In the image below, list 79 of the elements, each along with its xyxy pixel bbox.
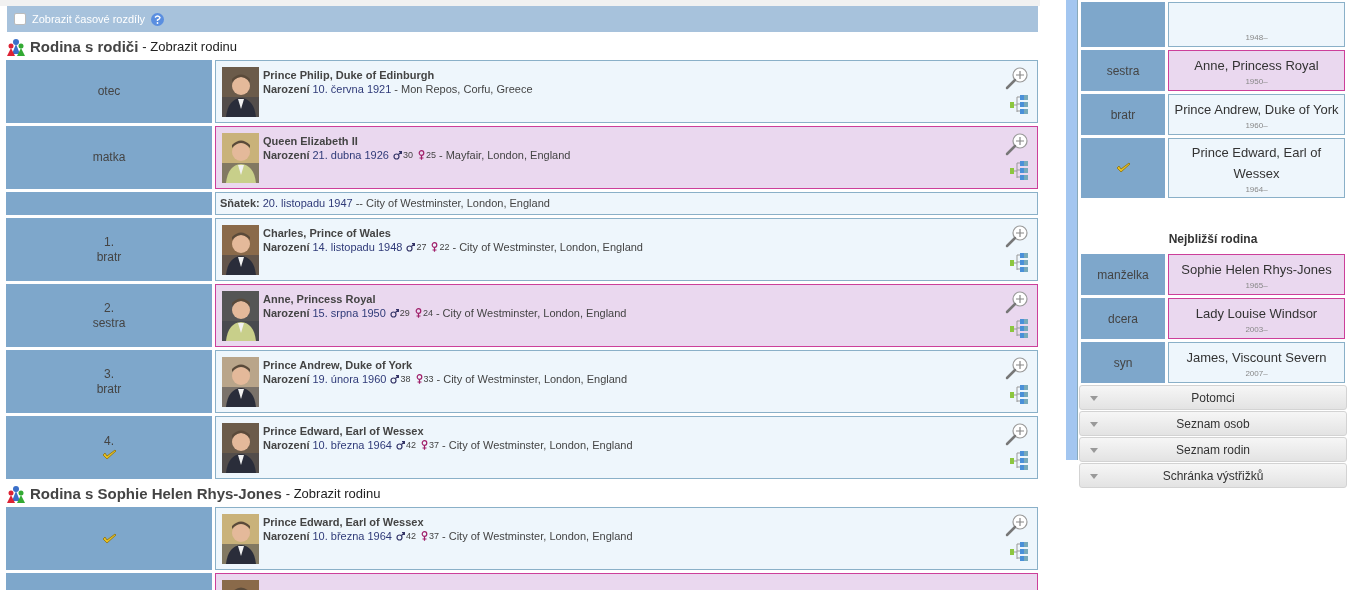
father-age: 42 (406, 530, 416, 543)
birth-place: - City of Westminster, London, England (452, 240, 643, 254)
birth-date[interactable]: 10. března 1964 (312, 438, 392, 452)
show-family-link[interactable]: - Zobrazit rodinu (285, 484, 381, 504)
family-title: Rodina s rodiči (30, 36, 139, 57)
birth-date[interactable]: 14. listopadu 1948 (312, 240, 403, 254)
birth-label: Narození (263, 148, 310, 162)
section-title: Nejbližší rodina (1167, 231, 1259, 248)
relation-label: sestra (92, 315, 126, 331)
birth-label: Narození (263, 82, 310, 96)
person-dates: 1965– (1245, 279, 1268, 291)
person-name[interactable]: James, Viscount Severn (1186, 346, 1327, 368)
relation-label: dcera (1108, 310, 1138, 328)
relation-label: sestra (1106, 62, 1140, 80)
birth-label: Narození (263, 529, 310, 543)
accordion-header[interactable]: Seznam rodin (1079, 437, 1347, 462)
mother-age: 37 (429, 439, 439, 452)
father-age: 29 (399, 307, 410, 320)
relation-label: bratr (1110, 106, 1136, 124)
person-dates: 1964– (1245, 183, 1268, 195)
person-dates: 1948– (1245, 32, 1268, 43)
person-name[interactable]: Prince Andrew, Duke of York (263, 358, 628, 372)
relation-number: 1. (104, 234, 114, 250)
show-family-link[interactable]: - Zobrazit rodinu (142, 37, 237, 57)
birth-label: Narození (263, 240, 310, 254)
person-name[interactable]: Charles, Prince of Wales (263, 226, 643, 240)
birth-date[interactable]: 21. dubna 1926 (312, 148, 389, 162)
father-age: 38 (400, 373, 411, 386)
birth-label: Narození (263, 306, 310, 320)
birth-place: - Mayfair, London, England (438, 148, 571, 162)
relation-label: otec (97, 84, 121, 99)
person-name[interactable]: Anne, Princess Royal (1194, 54, 1319, 76)
birth-date[interactable]: 19. února 1960 (312, 372, 387, 386)
relation-number: 3. (104, 366, 114, 382)
accordion-header[interactable]: Potomci (1079, 385, 1347, 410)
birth-place: - City of Westminster, London, England (435, 306, 627, 320)
person-dates: 2003– (1245, 323, 1268, 335)
marriage-place: -- City of Westminster, London, England (355, 196, 550, 212)
birth-place: - City of Westminster, London, England (442, 438, 633, 452)
person-name[interactable]: Prince Edward, Earl of Wessex (1173, 141, 1340, 184)
father-age: 30 (402, 149, 413, 162)
relation-number: 4. (104, 434, 114, 449)
marriage-label: Sňatek: (220, 196, 260, 212)
birth-label: Narození (263, 438, 310, 452)
person-name[interactable]: Prince Philip, Duke of Edinburgh (263, 68, 533, 82)
person-name[interactable]: Queen Elizabeth II (263, 134, 571, 148)
mother-age: 22 (439, 241, 450, 254)
birth-date[interactable]: 10. března 1964 (312, 529, 392, 543)
father-age: 27 (416, 241, 427, 254)
father-age: 42 (406, 439, 416, 452)
relation-number: 2. (104, 300, 114, 316)
mother-age: 25 (425, 149, 436, 162)
family-title: Rodina s Sophie Helen Rhys-Jones (30, 483, 282, 504)
mother-age: 37 (429, 530, 439, 543)
birth-label: Narození (263, 372, 310, 386)
person-dates: 1960– (1245, 119, 1268, 131)
birth-place: - City of Westminster, London, England (442, 529, 633, 543)
person-name[interactable]: Anne, Princess Royal (263, 292, 627, 306)
accordion-header[interactable]: Seznam osob (1079, 411, 1347, 436)
person-name[interactable]: Prince Edward, Earl of Wessex (263, 424, 633, 438)
person-name[interactable]: Prince Edward, Earl of Wessex (263, 515, 633, 529)
relation-label: syn (1113, 354, 1133, 372)
relation-label: bratr (96, 249, 122, 265)
birth-date[interactable]: 10. června 1921 (312, 82, 392, 96)
mother-age: 24 (422, 307, 433, 320)
person-dates: 2007– (1245, 367, 1268, 379)
person-name[interactable]: Lady Louise Windsor (1195, 302, 1318, 324)
person-name[interactable]: Sophie Helen Rhys-Jones (1181, 258, 1332, 280)
mother-age: 33 (423, 373, 434, 386)
accordion-header[interactable]: Schránka výstřižků (1079, 463, 1347, 488)
birth-place: - City of Westminster, London, England (436, 372, 628, 386)
relation-label: manželka (1097, 266, 1149, 284)
relation-label: bratr (96, 381, 122, 397)
relation-label: matka (92, 150, 126, 165)
person-name[interactable]: Prince Andrew, Duke of York (1174, 98, 1339, 120)
person-dates: 1950– (1245, 75, 1268, 87)
birth-place: - Mon Repos, Corfu, Greece (394, 82, 533, 96)
marriage-date: 20. listopadu 1947 (262, 196, 353, 212)
birth-date[interactable]: 15. srpna 1950 (312, 306, 386, 320)
